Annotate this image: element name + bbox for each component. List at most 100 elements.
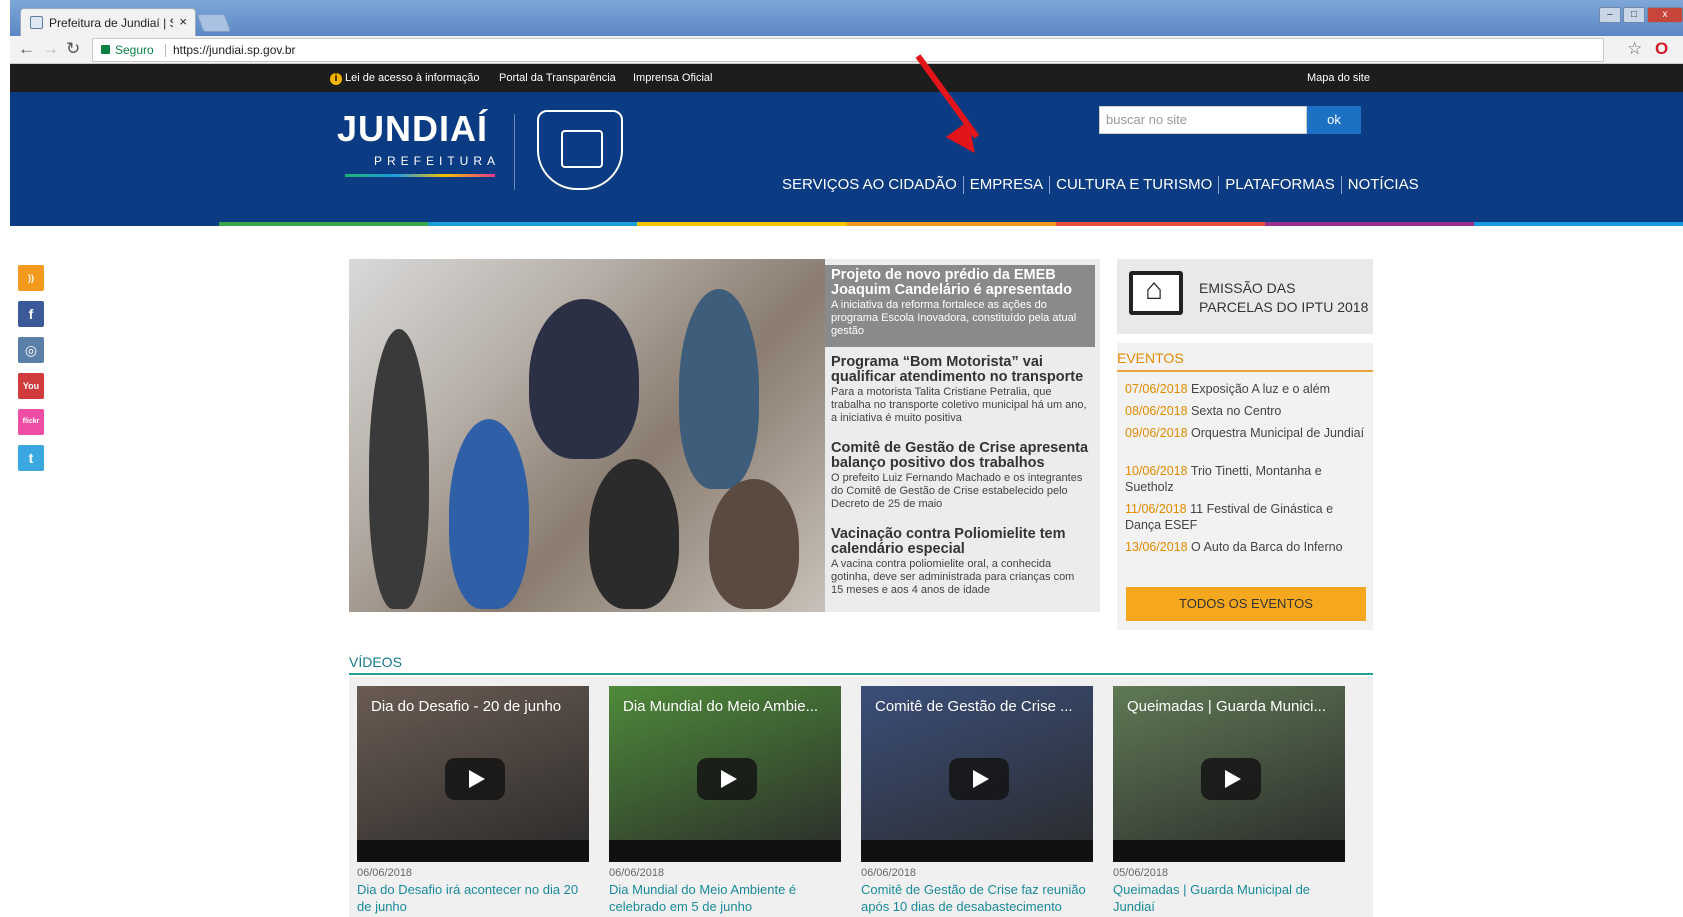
lock-icon	[101, 45, 110, 54]
event-date: 13/06/2018	[1125, 540, 1188, 554]
video-thumb-title: Comitê de Gestão de Crise ...	[875, 698, 1073, 715]
video-thumbnail[interactable]: Dia Mundial do Meio Ambie...	[609, 686, 841, 862]
official-press-link[interactable]: Imprensa Oficial	[633, 72, 712, 84]
event-date: 08/06/2018	[1125, 404, 1188, 418]
news-desc: O prefeito Luiz Fernando Machado e os in…	[831, 472, 1083, 510]
play-icon[interactable]	[949, 758, 1009, 800]
window-controls: – □ x	[1597, 4, 1683, 23]
url-field[interactable]: Seguro https://jundiai.sp.gov.br	[92, 38, 1604, 62]
iptu-banner[interactable]: EMISSÃO DAS PARCELAS DO IPTU 2018	[1117, 259, 1373, 334]
video-caption-link[interactable]: Dia Mundial do Meio Ambiente é celebrado…	[609, 881, 841, 915]
video-caption-link[interactable]: Dia do Desafio irá acontecer no dia 20 d…	[357, 881, 589, 915]
event-item[interactable]: 13/06/2018 O Auto da Barca do Inferno	[1125, 539, 1370, 555]
event-title: O Auto da Barca do Inferno	[1191, 540, 1343, 554]
event-date: 11/06/2018	[1125, 502, 1187, 516]
event-title: Sexta no Centro	[1191, 404, 1282, 418]
access-info-label: Lei de acesso à informação	[345, 72, 480, 84]
menu-divider	[962, 176, 964, 195]
video-thumbnail[interactable]: Queimadas | Guarda Munici...	[1113, 686, 1345, 862]
events-panel: EVENTOS 07/06/2018 Exposição A luz e o a…	[1117, 343, 1373, 630]
play-icon[interactable]	[697, 758, 757, 800]
event-item[interactable]: 09/06/2018 Orquestra Municipal de Jundia…	[1125, 425, 1370, 441]
video-date: 06/06/2018	[609, 867, 665, 879]
facebook-icon[interactable]: f	[18, 301, 44, 327]
event-item[interactable]: 07/06/2018 Exposição A luz e o além	[1125, 381, 1370, 397]
color-stripe	[10, 222, 1683, 226]
site-header: JUNDIAÍ PREFEITURA buscar no site ok SER…	[10, 92, 1683, 222]
youtube-icon[interactable]: You	[18, 373, 44, 399]
video-caption-link[interactable]: Comitê de Gestão de Crise faz reunião ap…	[861, 881, 1093, 915]
maximize-button[interactable]: □	[1623, 7, 1645, 23]
play-icon[interactable]	[445, 758, 505, 800]
url-text: https://jundiai.sp.gov.br	[173, 43, 296, 57]
site-top-bar: i Lei de acesso à informação Portal da Tr…	[10, 64, 1683, 92]
twitter-icon[interactable]: t	[18, 445, 44, 471]
events-heading: EVENTOS	[1117, 350, 1184, 366]
news-item[interactable]: Vacinação contra Poliomielite tem calend…	[825, 527, 1095, 597]
logo-subtitle: PREFEITURA	[374, 154, 501, 168]
reload-icon[interactable]: ↻	[66, 39, 80, 59]
menu-divider	[1340, 176, 1342, 195]
color-stripe-segment	[1055, 222, 1265, 226]
menu-item-noticias[interactable]: NOTÍCIAS	[1348, 176, 1419, 193]
news-item-active[interactable]: Projeto de novo prédio da EMEB Joaquim C…	[825, 265, 1095, 347]
news-desc: Para a motorista Talita Cristiane Petral…	[831, 386, 1087, 424]
search-button[interactable]: ok	[1307, 106, 1361, 134]
minimize-button[interactable]: –	[1599, 7, 1621, 23]
videos-heading: VÍDEOS	[349, 654, 402, 670]
color-stripe-segment	[1473, 222, 1683, 226]
video-bottom-bar	[861, 840, 1093, 862]
site-favicon-icon	[30, 16, 43, 29]
instagram-icon[interactable]: ◎	[18, 337, 44, 363]
event-date: 10/06/2018	[1125, 464, 1188, 478]
color-stripe-segment	[637, 222, 847, 226]
menu-divider	[1218, 176, 1220, 195]
news-title: Projeto de novo prédio da EMEB Joaquim C…	[831, 267, 1072, 298]
city-crest-icon	[537, 110, 623, 190]
all-events-button[interactable]: TODOS OS EVENTOS	[1126, 587, 1366, 621]
menu-item-servicos[interactable]: SERVIÇOS AO CIDADÃO	[782, 176, 957, 193]
featured-photo[interactable]	[349, 259, 825, 612]
event-item[interactable]: 11/06/2018 11 Festival de Ginástica e Da…	[1125, 501, 1370, 533]
transparency-portal-link[interactable]: Portal da Transparência	[499, 72, 616, 84]
menu-divider	[1049, 176, 1051, 195]
new-tab-button[interactable]	[196, 14, 232, 32]
news-title: Comitê de Gestão de Crise apresenta bala…	[831, 440, 1089, 471]
monitor-home-icon	[1129, 271, 1183, 315]
video-thumb-title: Dia do Desafio - 20 de junho	[371, 698, 562, 715]
news-item[interactable]: Comitê de Gestão de Crise apresenta bala…	[825, 441, 1095, 511]
tab-title: Prefeitura de Jundiaí | Sit	[49, 16, 173, 30]
iptu-label: EMISSÃO DAS PARCELAS DO IPTU 2018	[1199, 280, 1369, 315]
tab-bar: Prefeitura de Jundiaí | Sit × – □ x	[10, 0, 1683, 36]
play-icon[interactable]	[1201, 758, 1261, 800]
browser-tab[interactable]: Prefeitura de Jundiaí | Sit ×	[20, 8, 196, 36]
menu-item-plataformas[interactable]: PLATAFORMAS	[1225, 176, 1334, 193]
logo-title[interactable]: JUNDIAÍ	[337, 108, 488, 150]
event-item[interactable]: 08/06/2018 Sexta no Centro	[1125, 403, 1370, 419]
video-caption-link[interactable]: Queimadas | Guarda Municipal de Jundiaí	[1113, 881, 1345, 915]
flickr-icon[interactable]: flickr	[18, 409, 44, 435]
opera-icon[interactable]: O	[1655, 39, 1668, 59]
close-tab-icon[interactable]: ×	[179, 14, 187, 29]
rss-icon[interactable]: ))	[18, 265, 44, 291]
forward-arrow-icon[interactable]: →	[42, 39, 59, 59]
back-arrow-icon[interactable]: ←	[18, 39, 35, 59]
main-menu: SERVIÇOS AO CIDADÃO EMPRESA CULTURA E TURI…	[782, 176, 1419, 195]
video-thumbnail[interactable]: Comitê de Gestão de Crise ...	[861, 686, 1093, 862]
search-input[interactable]: buscar no site	[1099, 106, 1307, 134]
close-window-button[interactable]: x	[1647, 7, 1683, 23]
bookmark-star-icon[interactable]: ☆	[1627, 39, 1642, 59]
video-thumbnail[interactable]: Dia do Desafio - 20 de junho	[357, 686, 589, 862]
news-item[interactable]: Programa “Bom Motorista” vai qualificar …	[825, 355, 1095, 425]
sitemap-link[interactable]: Mapa do site	[1307, 72, 1370, 84]
logo-stripe	[345, 174, 495, 177]
color-stripe-segment	[846, 222, 1056, 226]
news-title: Programa “Bom Motorista” vai qualificar …	[831, 354, 1084, 385]
video-date: 06/06/2018	[861, 867, 917, 879]
browser-window: Prefeitura de Jundiaí | Sit × – □ x ← → ↻ …	[10, 0, 1683, 917]
event-item[interactable]: 10/06/2018 Trio Tinetti, Montanha e Suet…	[1125, 463, 1370, 495]
news-desc: A iniciativa da reforma fortalece as açõ…	[831, 299, 1077, 337]
access-info-link[interactable]: i Lei de acesso à informação	[330, 72, 480, 85]
menu-item-empresa[interactable]: EMPRESA	[970, 176, 1043, 193]
menu-item-cultura[interactable]: CULTURA E TURISMO	[1056, 176, 1212, 193]
